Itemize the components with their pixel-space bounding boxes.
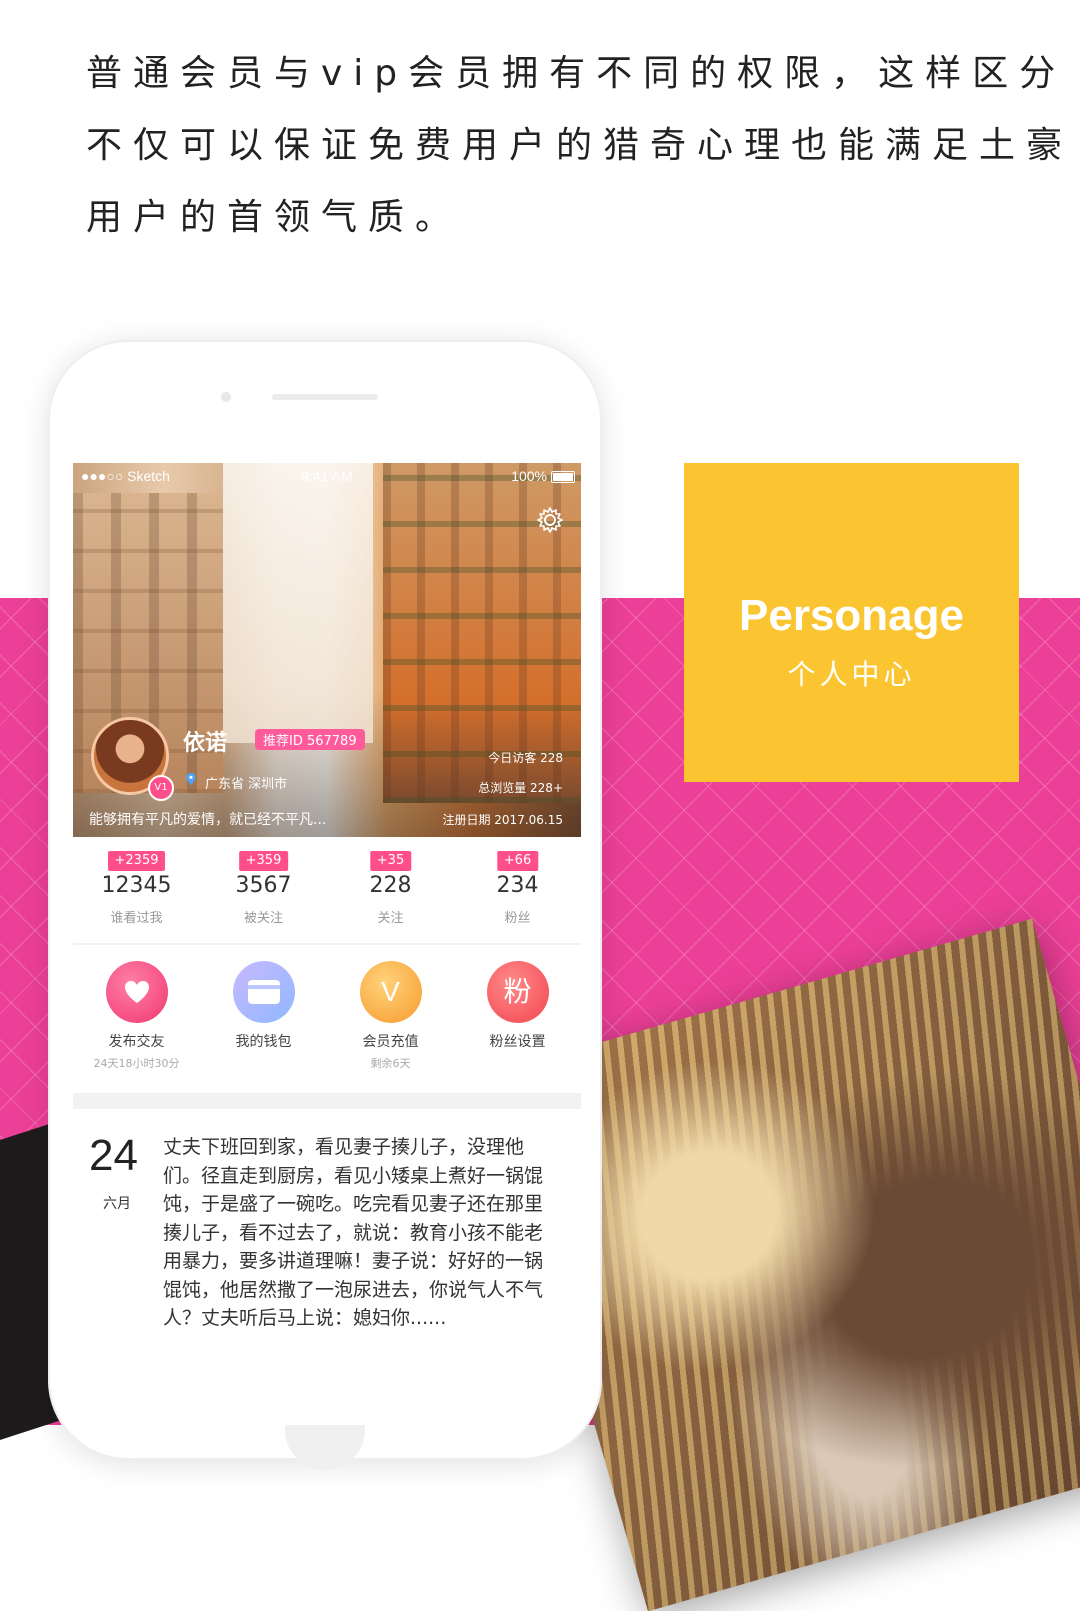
action-label: 我的钱包 bbox=[235, 1034, 292, 1050]
battery-icon bbox=[551, 471, 575, 483]
cover-sky bbox=[223, 463, 373, 743]
battery-percent: 100% bbox=[511, 468, 547, 484]
profile-cover: ●●●○○ Sketch 9:41 AM 100% V1 依诺 推荐ID 567… bbox=[73, 463, 581, 837]
action-label: 发布交友 bbox=[108, 1034, 165, 1050]
profile-motto: 能够拥有平凡的爱情，就已经不平凡... bbox=[89, 812, 327, 828]
action-wallet[interactable]: 我的钱包 bbox=[200, 945, 327, 1093]
phone-camera bbox=[221, 392, 231, 402]
phone-speaker bbox=[272, 394, 378, 400]
stat-value: 234 bbox=[496, 873, 539, 898]
stat-label: 粉丝 bbox=[504, 911, 531, 926]
vip-v-icon: V bbox=[359, 961, 422, 1023]
action-sublabel: 24天18小时30分 bbox=[93, 1057, 180, 1070]
stat-label: 关注 bbox=[377, 911, 404, 926]
action-vip-recharge[interactable]: V 会员充值 剩余6天 bbox=[327, 945, 454, 1093]
app-screen: ●●●○○ Sketch 9:41 AM 100% V1 依诺 推荐ID 567… bbox=[73, 463, 581, 1425]
post-month: 六月 bbox=[103, 1196, 131, 1212]
settings-gear-icon[interactable] bbox=[535, 505, 565, 535]
today-visitors: 今日访客 228 bbox=[488, 751, 563, 765]
stat-viewed-me[interactable]: +2359 12345 谁看过我 bbox=[73, 837, 200, 943]
stat-increment-badge: +2359 bbox=[107, 851, 166, 871]
total-views: 总浏览量 228+ bbox=[478, 781, 563, 795]
intro-line-2: 不仅可以保证免费用户的猎奇心理也能满足土豪 bbox=[86, 125, 1074, 166]
fans-icon: 粉 bbox=[486, 961, 549, 1023]
vip-level-badge: V1 bbox=[148, 775, 174, 801]
section-tag-subtitle: 个人中心 bbox=[787, 658, 916, 691]
action-post-dating[interactable]: 发布交友 24天18小时30分 bbox=[73, 945, 200, 1093]
stat-following[interactable]: +35 228 关注 bbox=[327, 837, 454, 943]
stat-increment-badge: +359 bbox=[238, 851, 289, 871]
stat-label: 被关注 bbox=[243, 911, 283, 926]
status-bar: ●●●○○ Sketch 9:41 AM 100% bbox=[73, 463, 581, 491]
quick-actions: 发布交友 24天18小时30分 我的钱包 V 会员充值 剩余6天 粉 粉丝设置 bbox=[73, 945, 581, 1093]
stat-value: 12345 bbox=[101, 873, 172, 898]
intro-line-1: 普通会员与vip会员拥有不同的权限，这样区分 bbox=[86, 53, 1067, 94]
action-fans-settings[interactable]: 粉 粉丝设置 bbox=[454, 945, 581, 1093]
post-text: 丈夫下班回到家，看见妻子揍儿子，没理他们。径直走到厨房，看见小矮桌上煮好一锅馄饨… bbox=[163, 1136, 544, 1329]
stat-label: 谁看过我 bbox=[110, 911, 163, 926]
section-tag-title: Personage bbox=[739, 591, 964, 640]
intro-line-3: 用户的首领气质。 bbox=[86, 197, 463, 238]
stat-fans[interactable]: +66 234 粉丝 bbox=[454, 837, 581, 943]
stat-value: 228 bbox=[369, 873, 412, 898]
action-label: 粉丝设置 bbox=[489, 1034, 546, 1050]
stat-value: 3567 bbox=[235, 873, 292, 898]
recommend-id-badge: 推荐ID 567789 bbox=[255, 729, 365, 750]
stat-increment-badge: +66 bbox=[496, 851, 539, 871]
status-time: 9:41 AM bbox=[301, 468, 353, 484]
stats-row: +2359 12345 谁看过我 +359 3567 被关注 +35 228 关… bbox=[73, 837, 581, 943]
action-sublabel: 剩余6天 bbox=[370, 1057, 411, 1070]
post-day: 24 bbox=[89, 1131, 138, 1180]
register-date: 注册日期 2017.06.15 bbox=[442, 813, 563, 827]
intro-paragraph: 普通会员与vip会员拥有不同的权限，这样区分 不仅可以保证免费用户的猎奇心理也能… bbox=[86, 38, 1074, 254]
diary-post[interactable]: 24 六月 丈夫下班回到家，看见妻子揍儿子，没理他们。径直走到厨房，看见小矮桌上… bbox=[73, 1109, 581, 1425]
stat-increment-badge: +35 bbox=[369, 851, 412, 871]
section-tag: Personage 个人中心 bbox=[684, 463, 1019, 782]
location-pin-icon bbox=[186, 773, 196, 785]
action-label: 会员充值 bbox=[362, 1034, 419, 1050]
location-text: 广东省 深圳市 bbox=[205, 777, 288, 792]
heart-icon bbox=[105, 961, 168, 1023]
wallet-icon bbox=[232, 961, 295, 1023]
stat-followed-by[interactable]: +359 3567 被关注 bbox=[200, 837, 327, 943]
nickname: 依诺 bbox=[183, 731, 228, 756]
